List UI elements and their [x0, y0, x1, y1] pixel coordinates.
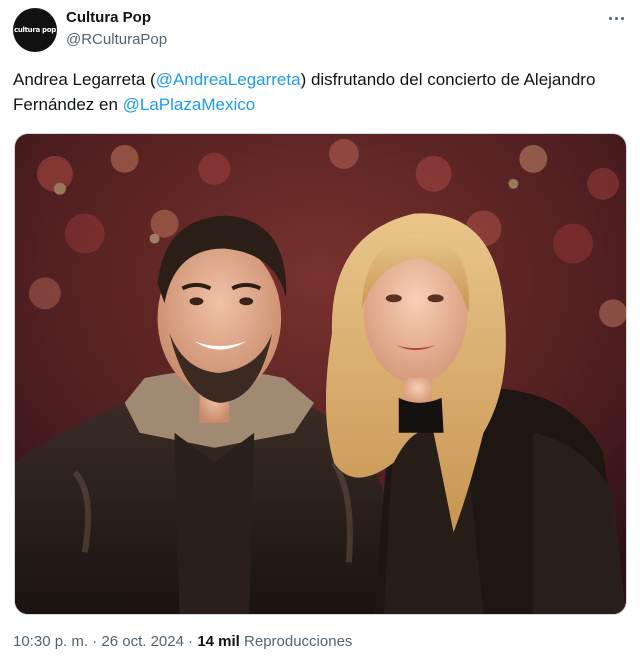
more-horizontal-icon [614, 16, 618, 20]
tweet-date[interactable]: 26 oct. 2024 [101, 633, 184, 650]
photo-illustration [15, 134, 626, 614]
more-horizontal-icon [608, 16, 612, 20]
display-name[interactable]: Cultura Pop [66, 9, 151, 26]
mention-link[interactable]: @AndreaLegarreta [156, 70, 301, 89]
tweet-meta: 10:30 p. m. · 26 oct. 2024 · 14 mil Repr… [13, 633, 352, 650]
meta-separator: · [188, 633, 194, 650]
mention-link[interactable]: @LaPlazaMexico [123, 95, 256, 114]
more-horizontal-icon [620, 16, 624, 20]
more-options-button[interactable] [606, 10, 626, 26]
tweet: cultura pop Cultura Pop @RCulturaPop And… [0, 0, 640, 660]
avatar[interactable]: cultura pop [13, 8, 57, 52]
meta-separator: · [92, 633, 98, 650]
views-label: Reproducciones [244, 633, 353, 650]
tweet-text-part: Andrea Legarreta ( [13, 70, 156, 89]
tweet-photo[interactable] [14, 133, 627, 615]
tweet-text: Andrea Legarreta (@AndreaLegarreta) disf… [13, 67, 623, 117]
user-handle[interactable]: @RCulturaPop [66, 31, 167, 48]
views-count: 14 mil [197, 633, 240, 650]
tweet-time[interactable]: 10:30 p. m. [13, 633, 88, 650]
avatar-logo-text: cultura pop [13, 26, 56, 34]
